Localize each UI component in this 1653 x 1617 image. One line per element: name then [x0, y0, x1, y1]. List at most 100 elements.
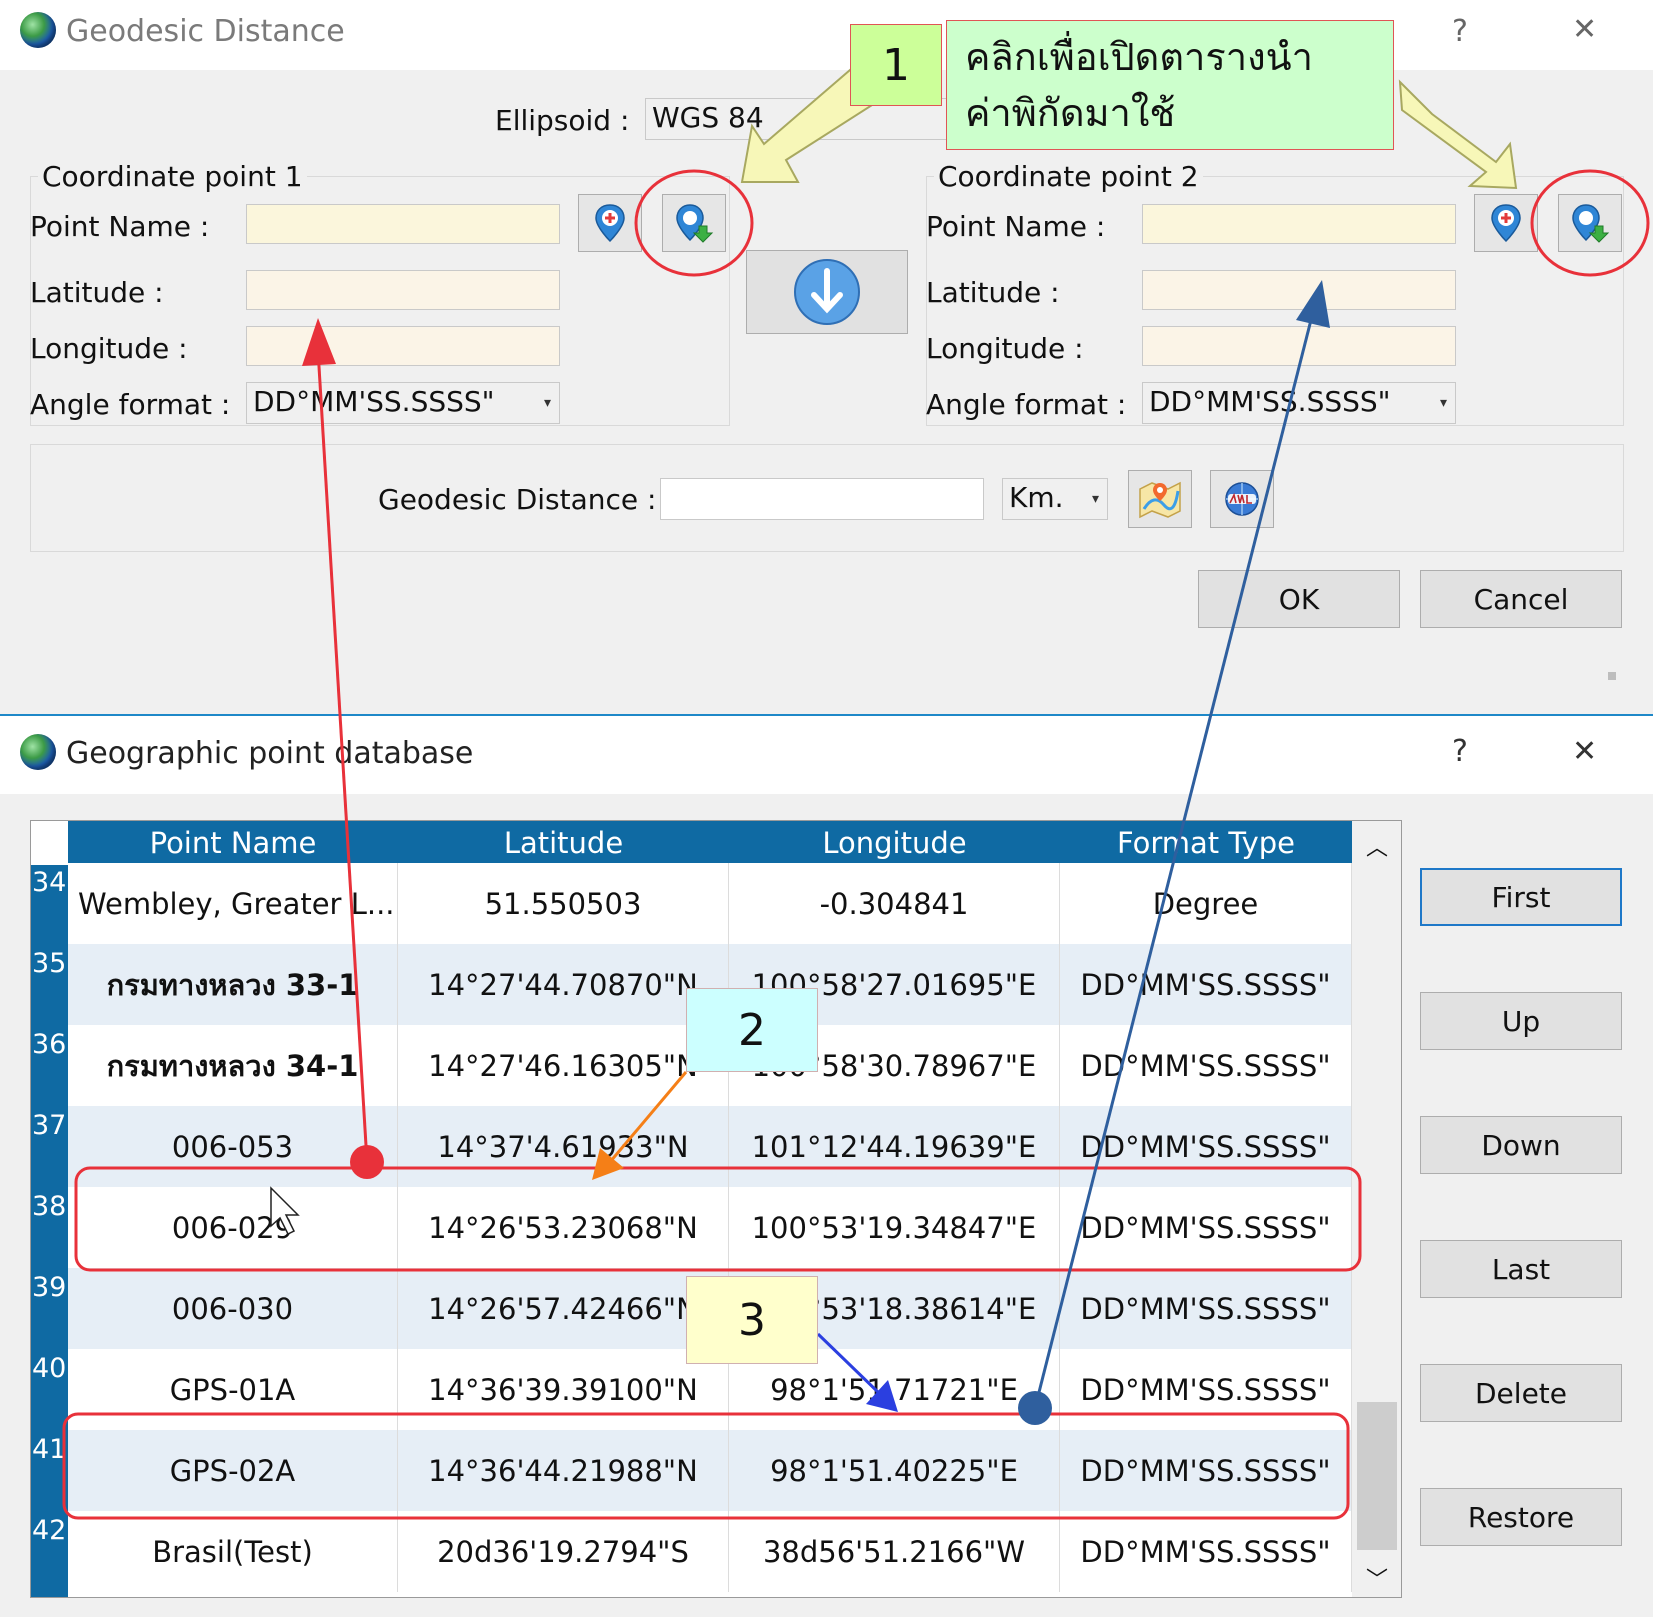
- col-header-format-type[interactable]: Format Type: [1060, 821, 1352, 865]
- scroll-up-icon[interactable]: ︿: [1366, 830, 1388, 862]
- map-route-icon: [1139, 481, 1181, 519]
- cell-latitude[interactable]: 14°36'39.39100"N: [398, 1349, 729, 1430]
- point2-angle-format-select[interactable]: DD°MM'SS.SSSS" ▾: [1142, 382, 1456, 424]
- row-number[interactable]: 39: [32, 1272, 66, 1303]
- cell-latitude[interactable]: 20d36'19.2794"S: [398, 1511, 729, 1592]
- point2-latitude-field[interactable]: [1142, 270, 1456, 310]
- col-header-latitude[interactable]: Latitude: [398, 821, 729, 865]
- cancel-button[interactable]: Cancel: [1420, 570, 1622, 628]
- annotation-badge-3: 3: [686, 1276, 818, 1364]
- point2-open-database-button[interactable]: [1558, 194, 1622, 252]
- row-number[interactable]: 35: [32, 948, 66, 979]
- delete-button[interactable]: Delete: [1420, 1364, 1622, 1422]
- cell-longitude[interactable]: -0.304841: [729, 863, 1060, 944]
- cell-point-name[interactable]: 006-053: [68, 1106, 398, 1187]
- point1-longitude-field[interactable]: [246, 326, 560, 366]
- help-icon[interactable]: ?: [1452, 14, 1468, 49]
- coordinate-point-2-label: Coordinate point 2: [934, 160, 1203, 193]
- cell-latitude[interactable]: 14°26'53.23068"N: [398, 1187, 729, 1268]
- close-icon[interactable]: ✕: [1572, 734, 1597, 769]
- cell-latitude[interactable]: 14°27'46.16305"N: [398, 1025, 729, 1106]
- point1-name-label: Point Name :: [30, 210, 210, 243]
- row-number[interactable]: 34: [32, 867, 66, 898]
- ellipsoid-label: Ellipsoid :: [495, 104, 630, 137]
- distance-label: Geodesic Distance :: [378, 483, 657, 516]
- cell-format-type[interactable]: DD°MM'SS.SSSS": [1060, 1025, 1352, 1106]
- point2-angle-format-value: DD°MM'SS.SSSS": [1149, 385, 1391, 418]
- cell-point-name[interactable]: Wembley, Greater L...: [68, 863, 398, 944]
- cell-point-name[interactable]: กรมทางหลวง 34-1: [68, 1025, 398, 1106]
- globe-icon: [20, 734, 56, 770]
- cell-latitude[interactable]: 51.550503: [398, 863, 729, 944]
- cell-point-name[interactable]: GPS-02A: [68, 1430, 398, 1511]
- cell-point-name[interactable]: กรมทางหลวง 33-1: [68, 944, 398, 1025]
- scroll-down-icon[interactable]: ﹀: [1366, 1562, 1388, 1594]
- point1-angle-format-label: Angle format :: [30, 388, 231, 421]
- geodesic-distance-dialog: Geodesic Distance ? ✕ Ellipsoid : WGS 84…: [0, 0, 1653, 714]
- point2-name-field[interactable]: [1142, 204, 1456, 244]
- point1-latitude-field[interactable]: [246, 270, 560, 310]
- row-number[interactable]: 40: [32, 1353, 66, 1384]
- chevron-down-icon: ▾: [1439, 395, 1447, 411]
- col-header-point-name[interactable]: Point Name: [68, 821, 398, 865]
- restore-button[interactable]: Restore: [1420, 1488, 1622, 1546]
- cell-longitude[interactable]: 100°53'19.34847"E: [729, 1187, 1060, 1268]
- unit-select[interactable]: Km. ▾: [1002, 478, 1108, 520]
- close-icon[interactable]: ✕: [1572, 12, 1597, 47]
- cell-point-name[interactable]: 006-029: [68, 1187, 398, 1268]
- row-number[interactable]: 38: [32, 1191, 66, 1222]
- row-number[interactable]: 37: [32, 1110, 66, 1141]
- point2-add-marker-button[interactable]: [1474, 194, 1538, 252]
- resize-grip-icon[interactable]: [1608, 672, 1616, 680]
- cell-longitude[interactable]: 38d56'51.2166"W: [729, 1511, 1060, 1592]
- globe-icon: [20, 12, 56, 48]
- cell-latitude[interactable]: 14°26'57.42466"N: [398, 1268, 729, 1349]
- cell-format-type[interactable]: DD°MM'SS.SSSS": [1060, 1511, 1352, 1592]
- cell-longitude[interactable]: 101°12'44.19639"E: [729, 1106, 1060, 1187]
- cell-format-type[interactable]: DD°MM'SS.SSSS": [1060, 1430, 1352, 1511]
- cell-longitude[interactable]: 98°1'51.40225"E: [729, 1430, 1060, 1511]
- ok-button[interactable]: OK: [1198, 570, 1400, 628]
- point2-longitude-field[interactable]: [1142, 326, 1456, 366]
- scrollbar-thumb[interactable]: [1357, 1402, 1397, 1550]
- cell-latitude[interactable]: 14°37'4.61933"N: [398, 1106, 729, 1187]
- cell-latitude[interactable]: 14°27'44.70870"N: [398, 944, 729, 1025]
- annotation-badge-2: 2: [686, 988, 818, 1072]
- help-icon[interactable]: ?: [1452, 734, 1468, 769]
- cell-format-type[interactable]: DD°MM'SS.SSSS": [1060, 1268, 1352, 1349]
- cell-point-name[interactable]: Brasil(Test): [68, 1511, 398, 1592]
- copy-point-button[interactable]: [746, 250, 908, 334]
- cell-format-type[interactable]: DD°MM'SS.SSSS": [1060, 1187, 1352, 1268]
- row-number[interactable]: 42: [32, 1515, 66, 1546]
- col-header-longitude[interactable]: Longitude: [729, 821, 1060, 865]
- database-title: Geographic point database: [66, 736, 474, 771]
- down-button[interactable]: Down: [1420, 1116, 1622, 1174]
- cell-format-type[interactable]: Degree: [1060, 863, 1352, 944]
- cell-point-name[interactable]: 006-030: [68, 1268, 398, 1349]
- first-button[interactable]: First: [1420, 868, 1622, 926]
- cell-point-name[interactable]: GPS-01A: [68, 1349, 398, 1430]
- cell-format-type[interactable]: DD°MM'SS.SSSS": [1060, 1106, 1352, 1187]
- point2-name-label: Point Name :: [926, 210, 1106, 243]
- point1-add-marker-button[interactable]: [578, 194, 642, 252]
- point1-angle-format-select[interactable]: DD°MM'SS.SSSS" ▾: [246, 382, 560, 424]
- show-map-button[interactable]: [1128, 470, 1192, 528]
- point1-longitude-label: Longitude :: [30, 332, 188, 365]
- row-number[interactable]: 41: [32, 1434, 66, 1465]
- distance-field[interactable]: [660, 478, 984, 520]
- row-number[interactable]: 36: [32, 1029, 66, 1060]
- last-button[interactable]: Last: [1420, 1240, 1622, 1298]
- callout-line-2: ค่าพิกัดมาใช้: [965, 91, 1176, 135]
- up-button[interactable]: Up: [1420, 992, 1622, 1050]
- cell-latitude[interactable]: 14°36'44.21988"N: [398, 1430, 729, 1511]
- export-kml-button[interactable]: [1210, 470, 1274, 528]
- point2-longitude-label: Longitude :: [926, 332, 1084, 365]
- point1-name-field[interactable]: [246, 204, 560, 244]
- map-pin-plus-icon: [1491, 204, 1521, 243]
- point1-open-database-button[interactable]: [662, 194, 726, 252]
- annotation-badge-1: 1: [850, 24, 942, 106]
- cell-format-type[interactable]: DD°MM'SS.SSSS": [1060, 1349, 1352, 1430]
- grid-corner: [31, 821, 68, 865]
- geodesic-title: Geodesic Distance: [66, 14, 345, 49]
- cell-format-type[interactable]: DD°MM'SS.SSSS": [1060, 944, 1352, 1025]
